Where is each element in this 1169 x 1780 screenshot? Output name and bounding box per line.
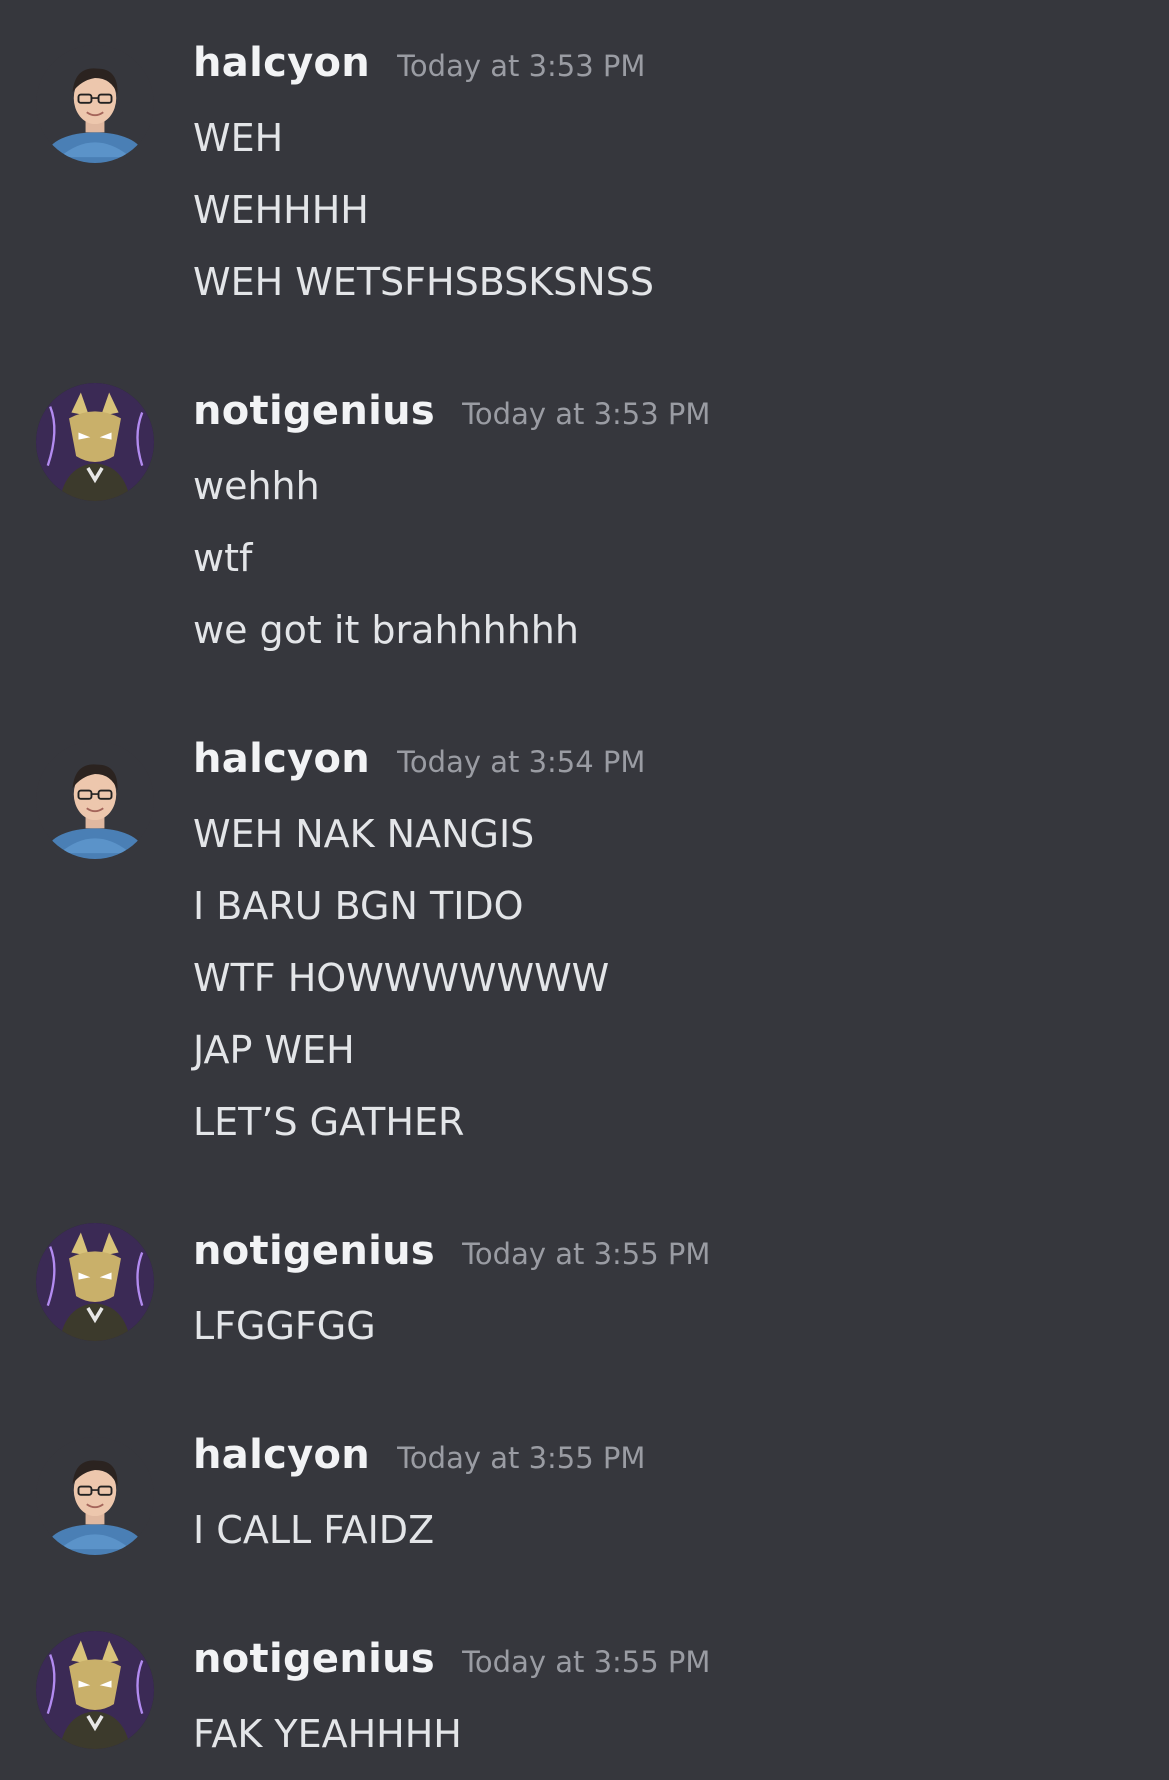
avatar[interactable]: [36, 741, 154, 859]
message-lines: WEH NAK NANGIS I BARU BGN TIDO WTF HOWWW…: [193, 808, 609, 1168]
message-lines: FAK YEAHHHH: [193, 1708, 462, 1780]
timestamp: Today at 3:55 PM: [462, 1645, 711, 1679]
message-text: LFGGFGG: [193, 1304, 376, 1348]
avatar[interactable]: [36, 1631, 154, 1749]
message-lines: I CALL FAIDZ: [193, 1504, 434, 1576]
notigenius-avatar-icon: [36, 383, 154, 501]
halcyon-avatar-icon: [36, 1437, 154, 1555]
halcyon-avatar-icon: [36, 45, 154, 163]
timestamp: Today at 3:55 PM: [462, 1237, 711, 1271]
message-text: WEHHHH: [193, 188, 369, 232]
message-header: notigenius Today at 3:53 PM: [193, 388, 710, 434]
message-text: wtf: [193, 536, 253, 580]
message-text: WTF HOWWWWWWW: [193, 956, 610, 1000]
message-text: wehhh: [193, 464, 320, 508]
username[interactable]: notigenius: [193, 388, 435, 434]
notigenius-avatar-icon: [36, 1223, 154, 1341]
message-header: halcyon Today at 3:55 PM: [193, 1432, 645, 1478]
message-text: I BARU BGN TIDO: [193, 884, 524, 928]
avatar[interactable]: [36, 1223, 154, 1341]
halcyon-avatar-icon: [36, 741, 154, 859]
message-header: notigenius Today at 3:55 PM: [193, 1228, 710, 1274]
message-text: LET’S GATHER: [193, 1100, 465, 1144]
message-text: we got it brahhhhhh: [193, 608, 579, 652]
avatar[interactable]: [36, 45, 154, 163]
timestamp: Today at 3:54 PM: [397, 745, 646, 779]
message-header: halcyon Today at 3:54 PM: [193, 736, 645, 782]
username[interactable]: halcyon: [193, 1432, 370, 1478]
username[interactable]: notigenius: [193, 1228, 435, 1274]
username[interactable]: notigenius: [193, 1636, 435, 1682]
message-lines: LFGGFGG: [193, 1300, 376, 1372]
timestamp: Today at 3:53 PM: [462, 397, 711, 431]
timestamp: Today at 3:55 PM: [397, 1441, 646, 1475]
message-text: WEH NAK NANGIS: [193, 812, 535, 856]
avatar[interactable]: [36, 1437, 154, 1555]
username[interactable]: halcyon: [193, 40, 370, 86]
message-text: JAP WEH: [193, 1028, 355, 1072]
message-text: WEH: [193, 116, 284, 160]
avatar[interactable]: [36, 383, 154, 501]
username[interactable]: halcyon: [193, 736, 370, 782]
message-text: I CALL FAIDZ: [193, 1508, 435, 1552]
chat-messages: halcyon Today at 3:53 PM WEH WEHHHH WEH …: [0, 0, 1169, 1779]
message-header: notigenius Today at 3:55 PM: [193, 1636, 710, 1682]
notigenius-avatar-icon: [36, 1631, 154, 1749]
message-header: halcyon Today at 3:53 PM: [193, 40, 645, 86]
message-lines: WEH WEHHHH WEH WETSFHSBSKSNSS: [193, 112, 654, 328]
timestamp: Today at 3:53 PM: [397, 49, 646, 83]
message-text: WEH WETSFHSBSKSNSS: [193, 260, 654, 304]
message-lines: wehhh wtf we got it brahhhhhh: [193, 460, 579, 676]
message-text: FAK YEAHHHH: [193, 1712, 462, 1756]
